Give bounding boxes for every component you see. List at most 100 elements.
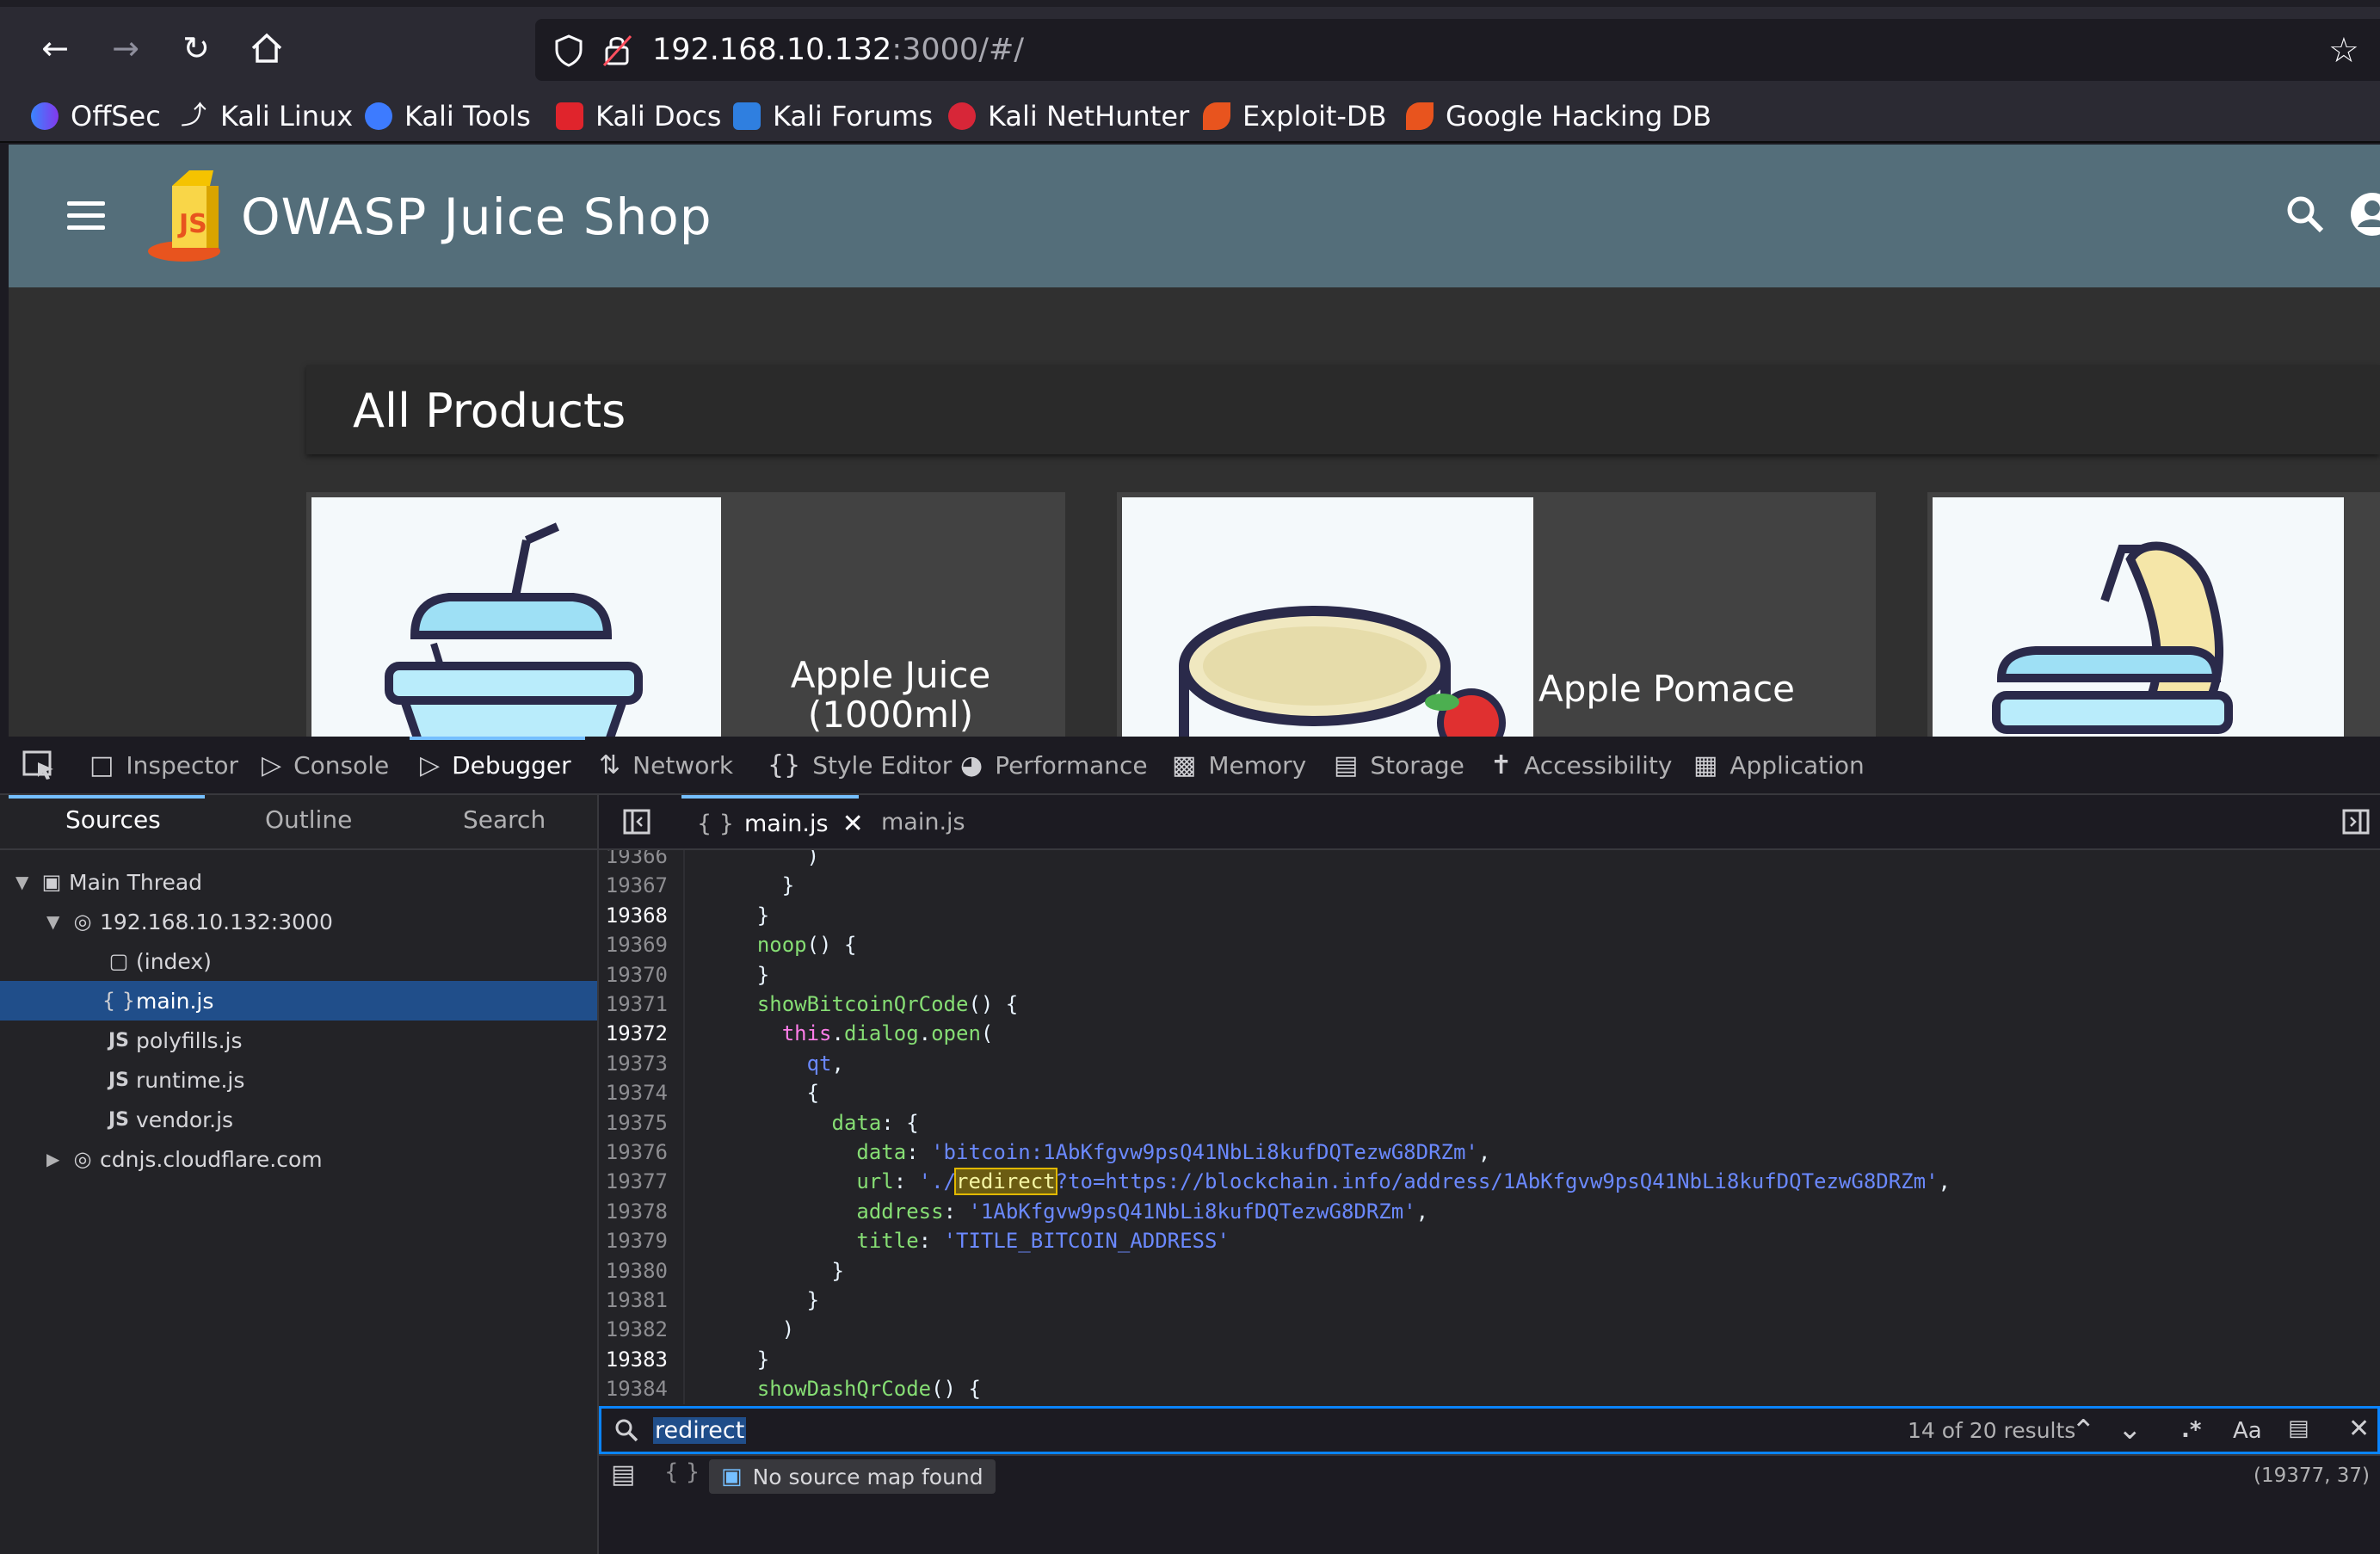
tab-performance[interactable]: ◕ Performance [960, 737, 1148, 793]
tab-debugger[interactable]: ▷ Debugger [420, 737, 571, 793]
tree-file-vendor-js[interactable]: JS vendor.js [0, 1100, 597, 1139]
tree-file-polyfills-js[interactable]: JS polyfills.js [0, 1021, 597, 1060]
line-number[interactable]: 19381 [599, 1286, 675, 1315]
bookmark-kali-nethunter[interactable]: Kali NetHunter [948, 96, 1189, 136]
tree-host[interactable]: ▼ ◎ 192.168.10.132:3000 [0, 902, 597, 941]
line-number[interactable]: 19378 [599, 1197, 675, 1226]
blackbox-icon[interactable]: ▤ [611, 1459, 635, 1489]
code-line[interactable]: 19381 } [599, 1286, 2380, 1315]
code-line[interactable]: 19366 ) [599, 850, 2380, 871]
tab-accessibility[interactable]: ✝ Accessibility [1490, 737, 1672, 793]
bookmark-exploit-db[interactable]: Exploit-DB [1203, 96, 1387, 136]
code-line[interactable]: 19372 this.dialog.open( [599, 1019, 2380, 1048]
tree-file-runtime-js[interactable]: JS runtime.js [0, 1060, 597, 1100]
line-number[interactable]: 19368 [599, 901, 675, 930]
expand-arrow-icon[interactable]: ▼ [15, 872, 34, 892]
tree-main-thread[interactable]: ▼ ▣ Main Thread [0, 862, 597, 902]
code-line[interactable]: 19375 data: { [599, 1108, 2380, 1138]
tree-cdn[interactable]: ▶ ◎ cdnjs.cloudflare.com [0, 1139, 597, 1179]
toggle-right-panel-icon[interactable] [2342, 809, 2370, 838]
subtab-outline[interactable]: Outline [265, 805, 352, 834]
tab-console[interactable]: ▷ Console [262, 737, 389, 793]
product-name[interactable]: Apple Juice (1000ml) [716, 656, 1065, 735]
forward-arrow-icon[interactable]: → [107, 29, 145, 67]
line-number[interactable]: 19384 [599, 1374, 675, 1403]
juice-shop-logo[interactable]: JS [146, 163, 243, 267]
code-line[interactable]: 19384 showDashQrCode() { [599, 1374, 2380, 1403]
menu-icon[interactable] [67, 201, 105, 231]
account-icon[interactable] [2349, 191, 2380, 237]
tab-storage[interactable]: ▤ Storage [1334, 737, 1464, 793]
next-result-icon[interactable]: ⌄ [2118, 1412, 2143, 1446]
code-line[interactable]: 19380 } [599, 1256, 2380, 1286]
editor-tab-main-js[interactable]: main.js [881, 795, 965, 848]
bookmark-kali-forums[interactable]: Kali Forums [733, 96, 933, 136]
regex-toggle-icon[interactable]: .* [2181, 1417, 2201, 1443]
insecure-lock-icon[interactable] [602, 33, 633, 71]
pretty-print-icon[interactable]: { } [664, 1459, 700, 1485]
code-view[interactable]: 19366 ) 19367 } 19368 } 19369 noop() {19370… [599, 850, 2380, 1404]
url-bar[interactable]: 192.168.10.132:3000/#/ ☆ [535, 19, 2380, 81]
bookmark-kali-linux[interactable]: ⤴ Kali Linux [181, 96, 353, 136]
expand-arrow-icon[interactable]: ▼ [46, 911, 65, 932]
bookmark-google-hacking-db[interactable]: Google Hacking DB [1406, 96, 1711, 136]
product-name[interactable]: Apple Pomace [1528, 669, 1803, 709]
close-find-icon[interactable]: ✕ [2348, 1414, 2370, 1444]
line-number[interactable]: 19377 [599, 1167, 675, 1196]
line-number[interactable]: 19370 [599, 960, 675, 990]
line-number[interactable]: 19367 [599, 871, 675, 900]
code-line[interactable]: 19367 } [599, 871, 2380, 900]
back-arrow-icon[interactable]: ← [36, 29, 74, 67]
code-line[interactable]: 19374 { [599, 1078, 2380, 1107]
line-number[interactable]: 19383 [599, 1345, 675, 1374]
shop-title[interactable]: OWASP Juice Shop [241, 188, 712, 246]
code-line[interactable]: 19382 ) [599, 1315, 2380, 1344]
toggle-sidebar-icon[interactable] [623, 809, 650, 838]
shield-icon[interactable] [554, 34, 583, 71]
collapse-arrow-icon[interactable]: ▶ [46, 1149, 65, 1169]
bookmark-kali-tools[interactable]: Kali Tools [365, 96, 531, 136]
bookmark-offsec[interactable]: OffSec [31, 96, 161, 136]
product-card-apple-pomace[interactable]: Apple Pomace [1117, 492, 1876, 737]
line-number[interactable]: 19371 [599, 990, 675, 1019]
url-text[interactable]: 192.168.10.132:3000/#/ [652, 33, 1024, 67]
match-case-icon[interactable]: Aa [2233, 1418, 2262, 1444]
line-number[interactable]: 19366 [599, 850, 675, 871]
tree-file-main-js[interactable]: { } main.js [0, 981, 597, 1021]
code-line[interactable]: 19379 title: 'TITLE_BITCOIN_ADDRESS' [599, 1226, 2380, 1255]
find-input[interactable]: redirect [653, 1417, 747, 1444]
code-line[interactable]: 19369 noop() { [599, 930, 2380, 959]
code-line[interactable]: 19373 qt, [599, 1049, 2380, 1078]
line-number[interactable]: 19376 [599, 1138, 675, 1167]
subtab-sources[interactable]: Sources [65, 805, 161, 834]
tab-inspector[interactable]: □ Inspector [89, 737, 238, 793]
editor-tab-main-js-pretty[interactable]: { } main.js ✕ [681, 795, 864, 848]
bookmark-star-icon[interactable]: ☆ [2328, 31, 2359, 71]
search-icon[interactable] [2284, 193, 2327, 236]
line-number[interactable]: 19382 [599, 1315, 675, 1344]
line-number[interactable]: 19380 [599, 1256, 675, 1286]
tab-style-editor[interactable]: {} Style Editor [768, 737, 952, 793]
code-line[interactable]: 19376 data: 'bitcoin:1AbKfgvw9psQ41NbLi8… [599, 1138, 2380, 1167]
code-line[interactable]: 19378 address: '1AbKfgvw9psQ41NbLi8kufDQ… [599, 1197, 2380, 1226]
tab-network[interactable]: ⇅ Network [599, 737, 733, 793]
subtab-search[interactable]: Search [463, 805, 546, 834]
line-number[interactable]: 19369 [599, 930, 675, 959]
product-card-apple-juice[interactable]: Apple Juice (1000ml) [306, 492, 1065, 737]
home-icon[interactable] [250, 31, 284, 65]
previous-result-icon[interactable]: ⌃ [2071, 1414, 2096, 1448]
line-number[interactable]: 19379 [599, 1226, 675, 1255]
code-line[interactable]: 19368 } [599, 901, 2380, 930]
code-line[interactable]: 19370 } [599, 960, 2380, 990]
line-number[interactable]: 19373 [599, 1049, 675, 1078]
line-number[interactable]: 19375 [599, 1108, 675, 1138]
line-number[interactable]: 19374 [599, 1078, 675, 1107]
close-icon[interactable]: ✕ [842, 809, 864, 839]
tree-file-index[interactable]: ▢ (index) [0, 941, 597, 981]
bookmark-kali-docs[interactable]: Kali Docs [556, 96, 721, 136]
element-picker-icon[interactable] [22, 750, 57, 781]
whole-word-icon[interactable]: ▤ [2288, 1415, 2309, 1441]
product-card-banana-juice[interactable] [1927, 492, 2380, 737]
code-line[interactable]: 19383 } [599, 1345, 2380, 1374]
code-line[interactable]: 19371 showBitcoinQrCode() { [599, 990, 2380, 1019]
